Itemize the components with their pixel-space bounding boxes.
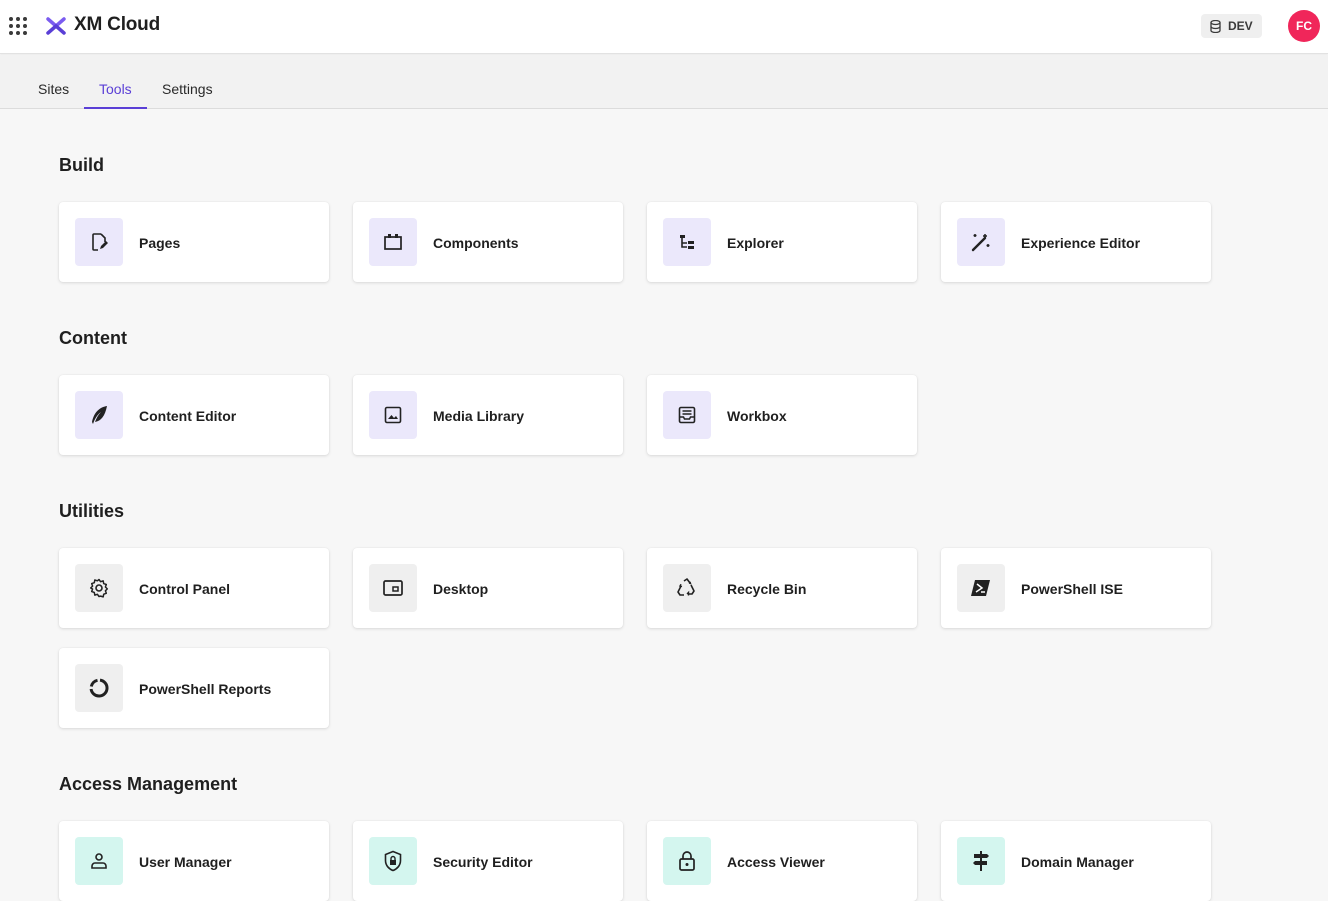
tool-card-experience-editor[interactable]: Experience Editor <box>941 202 1211 282</box>
tool-card-label: Recycle Bin <box>727 581 807 597</box>
user-icon <box>75 837 123 885</box>
tool-card-label: Content Editor <box>139 408 237 424</box>
tab-settings[interactable]: Settings <box>147 81 228 109</box>
image-icon <box>369 391 417 439</box>
donut-chart-icon <box>75 664 123 712</box>
environment-label: DEV <box>1228 19 1253 33</box>
tab-sites[interactable]: Sites <box>23 81 84 109</box>
section-title-access-management: Access Management <box>59 774 238 794</box>
tool-card-label: Domain Manager <box>1021 854 1134 870</box>
tool-card-label: Access Viewer <box>727 854 825 870</box>
top-bar: XM Cloud DEV FC <box>0 0 1328 54</box>
tool-card-domain-manager[interactable]: Domain Manager <box>941 821 1211 901</box>
app-title: XM Cloud <box>74 14 160 35</box>
inbox-icon <box>663 391 711 439</box>
tool-card-powershell-ise[interactable]: PowerShell ISE <box>941 548 1211 628</box>
tool-card-label: Experience Editor <box>1021 235 1141 251</box>
powershell-icon <box>957 564 1005 612</box>
components-icon <box>369 218 417 266</box>
app-switcher-icon[interactable] <box>9 17 27 35</box>
shield-lock-icon <box>369 837 417 885</box>
tool-card-label: User Manager <box>139 854 232 870</box>
tool-card-workbox[interactable]: Workbox <box>647 375 917 455</box>
section-title-utilities: Utilities <box>59 501 125 521</box>
database-icon <box>1210 19 1221 33</box>
tool-card-label: Security Editor <box>433 854 533 870</box>
tool-card-powershell-reports[interactable]: PowerShell Reports <box>59 648 329 728</box>
tab-tools[interactable]: Tools <box>84 81 147 109</box>
xm-cloud-logo-icon <box>46 17 66 35</box>
tool-card-access-viewer[interactable]: Access Viewer <box>647 821 917 901</box>
tool-card-recycle-bin[interactable]: Recycle Bin <box>647 548 917 628</box>
user-avatar[interactable]: FC <box>1288 10 1320 42</box>
tool-card-desktop[interactable]: Desktop <box>353 548 623 628</box>
tab-bar: Sites Tools Settings <box>0 55 1328 109</box>
environment-badge[interactable]: DEV <box>1201 14 1262 38</box>
lock-icon <box>663 837 711 885</box>
tool-card-user-manager[interactable]: User Manager <box>59 821 329 901</box>
tool-card-pages[interactable]: Pages <box>59 202 329 282</box>
tool-card-content-editor[interactable]: Content Editor <box>59 375 329 455</box>
section-title-build: Build <box>59 155 104 175</box>
tool-card-media-library[interactable]: Media Library <box>353 375 623 455</box>
tool-card-label: Desktop <box>433 581 489 597</box>
desktop-icon <box>369 564 417 612</box>
tool-card-label: Components <box>433 235 519 251</box>
tree-icon <box>663 218 711 266</box>
page-edit-icon <box>75 218 123 266</box>
recycle-icon <box>663 564 711 612</box>
tool-card-security-editor[interactable]: Security Editor <box>353 821 623 901</box>
tool-card-label: Control Panel <box>139 581 231 597</box>
tool-card-label: PowerShell Reports <box>139 681 272 697</box>
signpost-icon <box>957 837 1005 885</box>
tool-card-control-panel[interactable]: Control Panel <box>59 548 329 628</box>
tool-card-explorer[interactable]: Explorer <box>647 202 917 282</box>
tool-card-label: PowerShell ISE <box>1021 581 1123 597</box>
tool-card-label: Workbox <box>727 408 787 424</box>
tool-card-label: Explorer <box>727 235 784 251</box>
tool-card-components[interactable]: Components <box>353 202 623 282</box>
gear-icon <box>75 564 123 612</box>
tool-card-label: Pages <box>139 235 181 251</box>
feather-icon <box>75 391 123 439</box>
magic-wand-icon <box>957 218 1005 266</box>
tool-card-label: Media Library <box>433 408 525 424</box>
section-title-content: Content <box>59 328 127 348</box>
